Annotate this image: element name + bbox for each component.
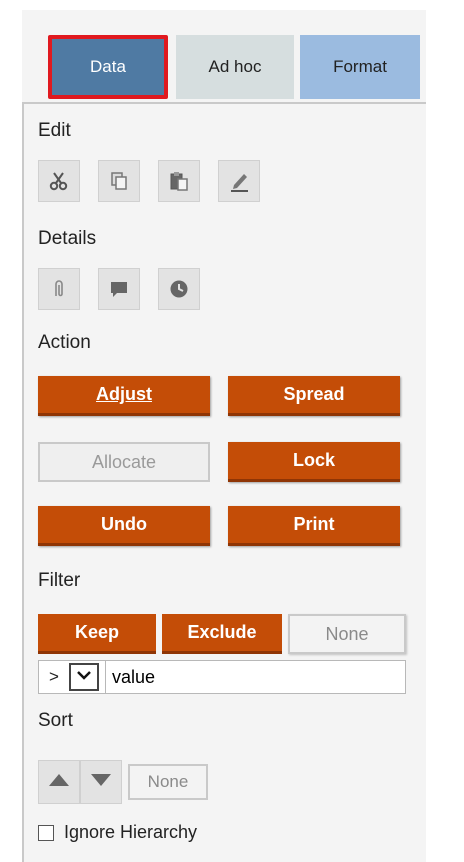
sort-none-button[interactable]: None	[128, 764, 208, 800]
tab-format[interactable]: Format	[300, 35, 420, 99]
ignore-hierarchy-option[interactable]: Ignore Hierarchy	[38, 822, 197, 843]
keep-button-label: Keep	[74, 622, 119, 642]
attachment-button[interactable]	[38, 268, 80, 310]
triangle-up-icon	[48, 772, 70, 793]
edit-section-label: Edit	[38, 120, 71, 141]
spread-button[interactable]: Spread	[228, 376, 400, 416]
spread-button-label: Spread	[283, 384, 345, 404]
copy-button[interactable]	[98, 160, 140, 202]
sort-none-label: None	[147, 772, 189, 791]
sort-ascending-button[interactable]	[38, 760, 80, 804]
exclude-button[interactable]: Exclude	[162, 614, 282, 654]
adjust-button-label: Adjust	[96, 384, 152, 404]
edit-pencil-icon	[228, 170, 250, 192]
cut-button[interactable]	[38, 160, 80, 202]
tab-adhoc-label: Ad hoc	[208, 57, 262, 76]
filter-operator: >	[49, 667, 59, 686]
tab-adhoc[interactable]: Ad hoc	[176, 35, 294, 99]
triangle-down-icon	[90, 772, 112, 793]
lock-button[interactable]: Lock	[228, 442, 400, 482]
details-section-label: Details	[38, 228, 97, 249]
panel-left-border	[22, 102, 24, 862]
copy-icon	[108, 170, 130, 192]
ignore-hierarchy-label: Ignore Hierarchy	[64, 822, 198, 842]
paste-icon	[168, 170, 190, 192]
tab-data[interactable]: Data	[48, 35, 168, 99]
edit-button[interactable]	[218, 160, 260, 202]
history-clock-icon	[168, 278, 190, 300]
history-button[interactable]	[158, 268, 200, 310]
comment-icon	[108, 278, 130, 300]
action-section-label: Action	[38, 332, 91, 353]
comment-button[interactable]	[98, 268, 140, 310]
scissors-icon	[48, 170, 70, 192]
undo-button[interactable]: Undo	[38, 506, 210, 546]
ignore-hierarchy-checkbox[interactable]	[38, 824, 54, 841]
tab-data-label: Data	[90, 57, 126, 76]
adjust-button[interactable]: Adjust	[38, 376, 210, 416]
filter-none-button[interactable]: None	[288, 614, 406, 654]
exclude-button-label: Exclude	[187, 622, 257, 642]
print-button-label: Print	[293, 514, 335, 534]
paste-button[interactable]	[158, 160, 200, 202]
filter-operator-dropdown[interactable]	[69, 663, 99, 691]
tab-format-label: Format	[333, 57, 387, 76]
allocate-button[interactable]: Allocate	[38, 442, 210, 482]
keep-button[interactable]: Keep	[38, 614, 156, 654]
filter-condition-row: >	[38, 660, 406, 694]
undo-button-label: Undo	[101, 514, 147, 534]
data-panel: Data Ad hoc Format Edit Details Action A…	[22, 10, 426, 862]
filter-value-input[interactable]	[105, 661, 405, 693]
chevron-down-icon	[76, 668, 92, 686]
allocate-button-label: Allocate	[91, 451, 157, 472]
sort-section-label: Sort	[38, 710, 73, 731]
lock-button-label: Lock	[292, 450, 335, 470]
filter-section-label: Filter	[38, 570, 81, 591]
attachment-icon	[48, 278, 70, 300]
filter-none-label: None	[325, 623, 369, 644]
sort-descending-button[interactable]	[80, 760, 122, 804]
tab-divider	[22, 102, 426, 104]
print-button[interactable]: Print	[228, 506, 400, 546]
